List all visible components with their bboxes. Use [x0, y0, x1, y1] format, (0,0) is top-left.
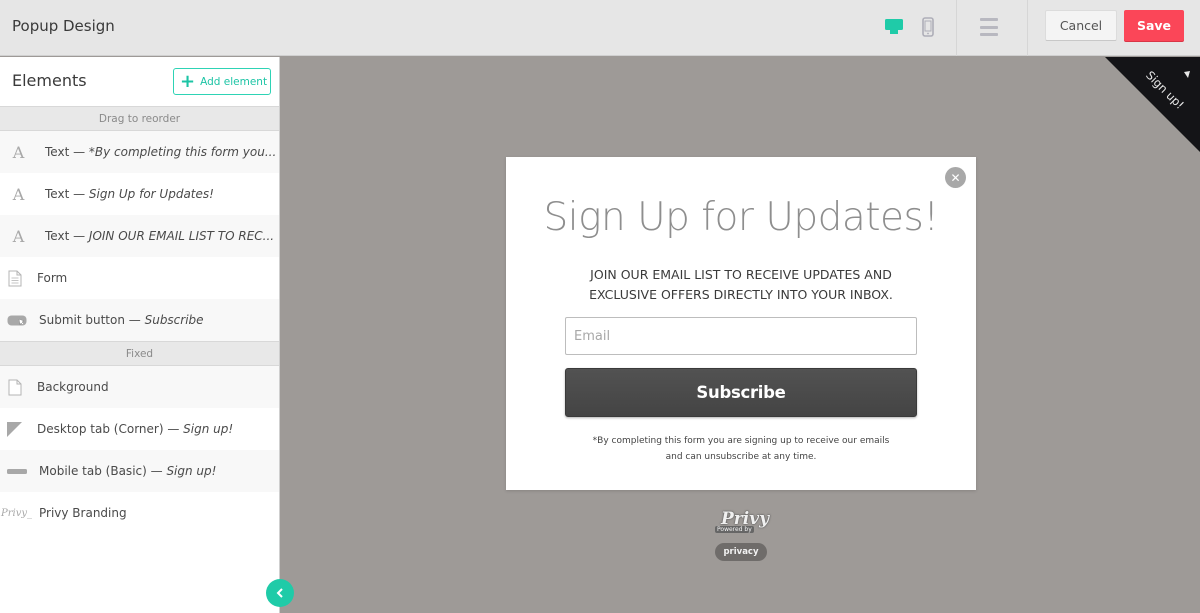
privy-powered-by-logo[interactable]: Privy Powered by: [715, 509, 769, 537]
element-label: Submit button — Subscribe: [39, 313, 204, 327]
disclaimer-line: and can unsubscribe at any time.: [665, 452, 817, 462]
icon-slot: [0, 270, 37, 287]
element-label: Text — JOIN OUR EMAIL LIST TO REC...: [45, 229, 274, 243]
icon-slot: A: [0, 185, 45, 204]
chevron-left-icon: [276, 588, 283, 598]
text-icon: A: [12, 226, 25, 246]
section-header-drag-to-reorder: Drag to reorder: [0, 106, 279, 131]
icon-slot: [0, 315, 39, 326]
app-title: Popup Design: [12, 17, 115, 35]
element-item-background[interactable]: Background: [0, 366, 279, 408]
icon-slot: [0, 468, 39, 474]
privy-logo-icon: Privy_: [0, 507, 32, 519]
element-detail: JOIN OUR EMAIL LIST TO REC...: [88, 229, 275, 243]
icon-slot: A: [0, 143, 45, 162]
element-item-desktop-tab[interactable]: Desktop tab (Corner) — Sign up!: [0, 408, 279, 450]
mobile-icon: [922, 17, 934, 37]
element-detail: Subscribe: [144, 313, 204, 327]
disclaimer-line: *By completing this form you are signing…: [592, 436, 890, 446]
element-item-text-disclaimer[interactable]: A Text — *By completing this form you...: [0, 131, 279, 173]
element-detail: Sign up!: [166, 464, 217, 478]
element-type: Submit button —: [39, 313, 145, 327]
form-icon: [8, 270, 21, 286]
powered-by-text: Powered by: [715, 526, 754, 533]
plus-icon: +: [180, 70, 196, 92]
add-element-label: Add element: [200, 75, 268, 88]
element-label: Desktop tab (Corner) — Sign up!: [37, 422, 233, 436]
sidebar-title: Elements: [12, 71, 87, 90]
element-detail: Sign Up for Updates!: [88, 187, 214, 201]
subhead-line: EXCLUSIVE OFFERS DIRECTLY INTO YOUR INBO…: [589, 287, 893, 302]
elements-sidebar: Elements + Add element Drag to reorder A…: [0, 57, 280, 613]
collapse-sidebar-button[interactable]: [266, 579, 294, 607]
subhead-line: JOIN OUR EMAIL LIST TO RECEIVE UPDATES A…: [590, 267, 892, 282]
element-type: Text —: [45, 187, 89, 201]
close-icon: ✕: [950, 170, 961, 185]
element-item-form[interactable]: Form: [0, 257, 279, 299]
mobile-tab-icon: [6, 468, 27, 474]
desktop-preview-button[interactable]: [881, 14, 907, 40]
add-element-button[interactable]: + Add element: [173, 68, 271, 95]
element-label: Background: [37, 380, 109, 394]
top-bar: Popup Design Cancel Save: [0, 0, 1200, 56]
background-page-icon: [8, 379, 21, 395]
menu-button[interactable]: [976, 16, 1002, 38]
hamburger-line: [980, 25, 998, 29]
element-type: Text —: [45, 145, 89, 159]
corner-tab-sign-up[interactable]: Sign up!: [1105, 57, 1200, 152]
popup-disclaimer[interactable]: *By completing this form you are signing…: [506, 433, 976, 465]
save-button[interactable]: Save: [1124, 10, 1184, 41]
element-label: Text — Sign Up for Updates!: [45, 187, 214, 201]
divider: [956, 0, 957, 56]
sidebar-header: Elements + Add element: [0, 57, 279, 106]
element-item-submit-button[interactable]: Submit button — Subscribe: [0, 299, 279, 341]
desktop-icon: [885, 19, 903, 34]
email-input[interactable]: [565, 317, 917, 355]
popup-subhead[interactable]: JOIN OUR EMAIL LIST TO RECEIVE UPDATES A…: [506, 265, 976, 305]
icon-slot: [0, 379, 37, 396]
element-type: Desktop tab (Corner) —: [37, 422, 184, 436]
text-icon: A: [12, 184, 25, 204]
icon-slot: Privy_: [0, 508, 39, 519]
cancel-button[interactable]: Cancel: [1045, 10, 1117, 41]
submit-button-icon: [7, 315, 26, 326]
element-type: Text —: [45, 229, 89, 243]
reorderable-elements-list: A Text — *By completing this form you...…: [0, 131, 279, 341]
hamburger-line: [980, 33, 998, 36]
section-header-fixed: Fixed: [0, 341, 279, 366]
element-label: Text — *By completing this form you...: [45, 145, 276, 159]
close-popup-button[interactable]: ✕: [945, 167, 966, 188]
hamburger-menu-icon: [980, 18, 998, 21]
mobile-preview-button[interactable]: [915, 14, 941, 40]
element-label: Mobile tab (Basic) — Sign up!: [39, 464, 216, 478]
element-detail: Sign up!: [183, 422, 234, 436]
element-item-mobile-tab[interactable]: Mobile tab (Basic) — Sign up!: [0, 450, 279, 492]
element-item-text-headline[interactable]: A Text — Sign Up for Updates!: [0, 173, 279, 215]
text-icon: A: [12, 142, 25, 162]
element-item-privy-branding[interactable]: Privy_ Privy Branding: [0, 492, 279, 534]
element-type: Mobile tab (Basic) —: [39, 464, 167, 478]
fixed-elements-list: Background Desktop tab (Corner) — Sign u…: [0, 366, 279, 534]
divider: [1027, 0, 1028, 56]
icon-slot: A: [0, 227, 45, 246]
subscribe-button[interactable]: Subscribe: [565, 368, 917, 417]
element-detail: *By completing this form you...: [88, 145, 277, 159]
element-label: Form: [37, 271, 68, 285]
element-item-text-subhead[interactable]: A Text — JOIN OUR EMAIL LIST TO REC...: [0, 215, 279, 257]
signup-popup: ✕ Sign Up for Updates! JOIN OUR EMAIL LI…: [506, 157, 976, 490]
corner-tab-icon: [7, 421, 22, 437]
privacy-link[interactable]: privacy: [715, 543, 767, 561]
design-canvas: Sign up! ✕ Sign Up for Updates! JOIN OUR…: [281, 57, 1200, 613]
popup-headline[interactable]: Sign Up for Updates!: [506, 195, 976, 240]
icon-slot: [0, 421, 37, 437]
element-label: Privy Branding: [39, 506, 127, 520]
